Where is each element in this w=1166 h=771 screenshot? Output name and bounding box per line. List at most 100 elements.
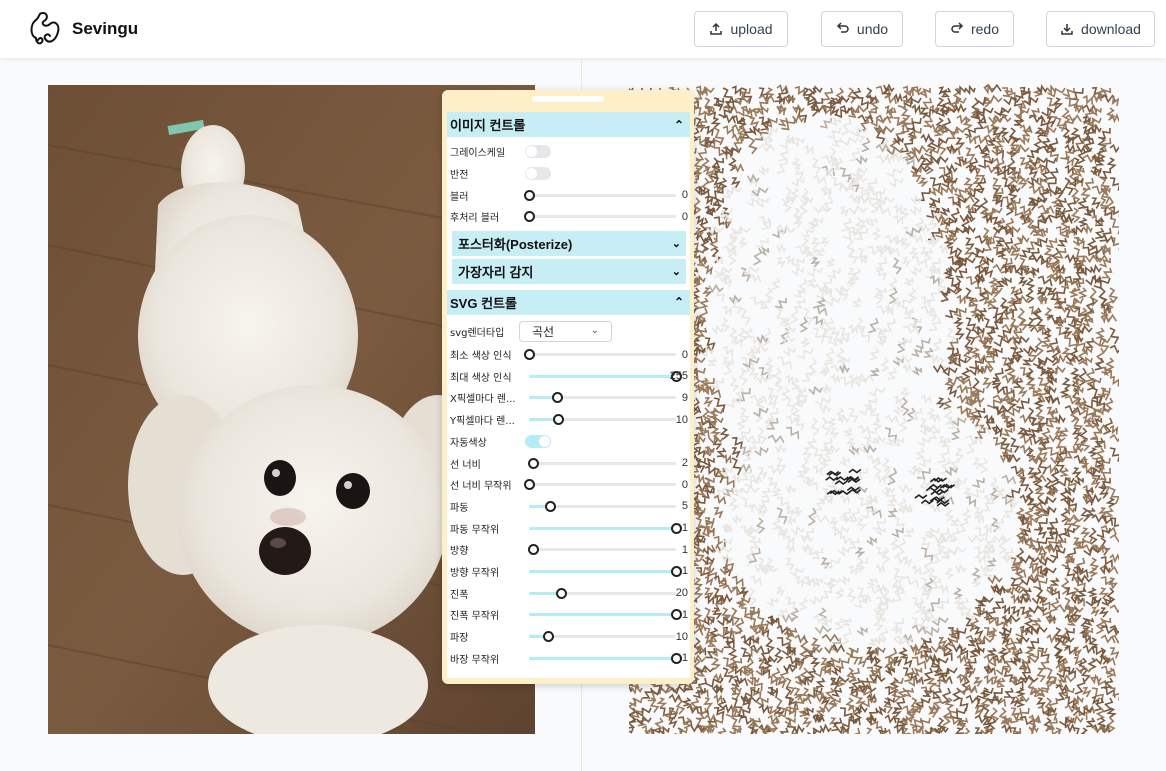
line-width-label: 선 너비 [450,459,481,471]
y-pixel-slider-handle[interactable] [553,414,565,426]
download-button[interactable]: download [1046,11,1155,47]
wavelength-slider[interactable] [529,631,676,643]
invert-row: 반전 [447,163,690,185]
post-blur-row: 후처리 블러 0 [447,206,690,228]
wavelength-random-slider[interactable] [529,652,682,664]
wavelength-random-row: 바장 무작위 1 [447,647,690,669]
undo-button[interactable]: undo [821,11,903,47]
direction-label: 방향 [450,546,469,558]
blur-slider-handle[interactable] [524,189,535,201]
max-color-value: 255 [669,370,688,383]
min-color-slider-handle[interactable] [524,349,535,361]
svg-controls-title: SVG 컨트롤 [450,295,517,311]
y-pixel-value: 10 [675,413,688,426]
amplitude-random-value: 1 [681,608,688,621]
x-pixel-value: 9 [681,391,688,404]
direction-random-row: 방향 무작위 1 [447,561,690,583]
wave-row: 파동 5 [447,496,690,518]
brand-name: Sevingu [72,19,139,38]
redo-button[interactable]: redo [935,11,1014,47]
wave-label: 파동 [450,502,469,514]
upload-label: upload [730,21,773,37]
amplitude-row: 진폭 20 [447,582,690,604]
redo-icon [951,22,964,33]
blur-slider[interactable] [524,189,676,201]
grayscale-toggle[interactable] [525,145,551,159]
direction-random-label: 방향 무작위 [450,567,500,579]
redo-label: redo [970,21,1000,37]
line-width-random-label: 선 너비 무작위 [450,481,512,493]
amplitude-random-label: 진폭 무작위 [450,611,500,623]
wave-random-row: 파동 무작위 1 [447,517,690,539]
direction-row: 방향 1 [447,539,690,561]
direction-random-value: 1 [681,565,688,578]
amplitude-slider-handle[interactable] [556,587,568,599]
image-controls-header[interactable]: 이미지 컨트롤 ⌃ [447,112,690,137]
amplitude-random-slider-handle[interactable] [671,609,682,621]
posterize-title: 포스터화(Posterize) [458,236,573,252]
line-width-random-row: 선 너비 무작위 0 [447,474,690,496]
auto-color-label: 자동색상 [450,437,487,449]
amplitude-random-slider[interactable] [529,609,682,621]
panel-drag-handle[interactable] [532,96,604,102]
y-pixel-label: Y픽셀마다 렌... [450,416,515,428]
amplitude-random-row: 진폭 무작위 1 [447,604,690,626]
invert-toggle[interactable] [525,167,551,181]
line-width-slider-handle[interactable] [528,457,540,469]
wavelength-slider-handle[interactable] [543,631,555,643]
direction-random-slider[interactable] [529,565,682,577]
direction-slider[interactable] [528,544,676,556]
chevron-up-icon: ⌃ [673,117,684,132]
wavelength-random-slider-handle[interactable] [671,652,682,664]
blur-label: 블러 [450,191,469,203]
wave-slider[interactable] [529,500,676,512]
min-color-label: 최소 색상 인식 [450,351,512,363]
line-width-random-slider[interactable] [524,479,676,491]
max-color-row: 최대 색상 인식 255 [447,365,690,387]
y-pixel-slider[interactable] [529,414,676,426]
min-color-slider[interactable] [524,349,676,361]
edge-detect-header[interactable]: 가장자리 감지 ⌄ [452,258,686,284]
post-blur-slider[interactable] [524,211,676,223]
post-blur-slider-handle[interactable] [524,211,535,223]
chevron-up-icon: ⌃ [673,295,684,310]
blur-value: 0 [681,189,688,202]
chevron-down-icon: ⌄ [590,324,599,336]
wavelength-value: 10 [675,630,688,643]
render-type-row: svg렌더타입 곡선 ⌄ [447,319,690,344]
amplitude-slider[interactable] [529,587,676,599]
x-pixel-slider-handle[interactable] [551,392,563,404]
wave-random-label: 파동 무작위 [450,524,500,536]
max-color-slider[interactable] [529,370,682,382]
svg-controls-header[interactable]: SVG 컨트롤 ⌃ [447,289,690,315]
amplitude-label: 진폭 [450,589,469,601]
grayscale-label: 그레이스케일 [450,148,506,160]
invert-label: 반전 [450,170,469,182]
wave-value: 5 [681,500,688,513]
undo-icon [836,22,849,33]
wave-slider-handle[interactable] [544,500,556,512]
upload-button[interactable]: upload [694,11,788,47]
direction-slider-handle[interactable] [528,544,540,556]
render-type-select[interactable]: 곡선 ⌄ [519,320,612,342]
panel-body: 이미지 컨트롤 ⌃ 그레이스케일 반전 블러 0 후처리 블러 0 포스터화(P… [447,112,690,678]
posterize-header[interactable]: 포스터화(Posterize) ⌄ [452,230,686,256]
logo-icon [30,11,60,45]
wave-random-slider-handle[interactable] [671,522,682,534]
blur-row: 블러 0 [447,184,690,206]
image-controls-title: 이미지 컨트롤 [450,118,526,133]
svg-render-output [629,84,1119,734]
wavelength-random-label: 바장 무작위 [450,654,500,666]
auto-color-toggle[interactable] [525,434,551,448]
wave-random-slider[interactable] [529,522,682,534]
direction-random-slider-handle[interactable] [671,565,682,577]
min-color-row: 최소 색상 인식 0 [447,344,690,366]
x-pixel-slider[interactable] [529,392,676,404]
download-icon [1061,24,1073,35]
wavelength-row: 파장 10 [447,626,690,648]
line-width-random-slider-handle[interactable] [524,479,535,491]
line-width-slider[interactable] [528,457,676,469]
download-label: download [1081,21,1141,37]
render-type-label: svg렌더타입 [450,327,505,339]
render-type-value: 곡선 [532,324,555,339]
